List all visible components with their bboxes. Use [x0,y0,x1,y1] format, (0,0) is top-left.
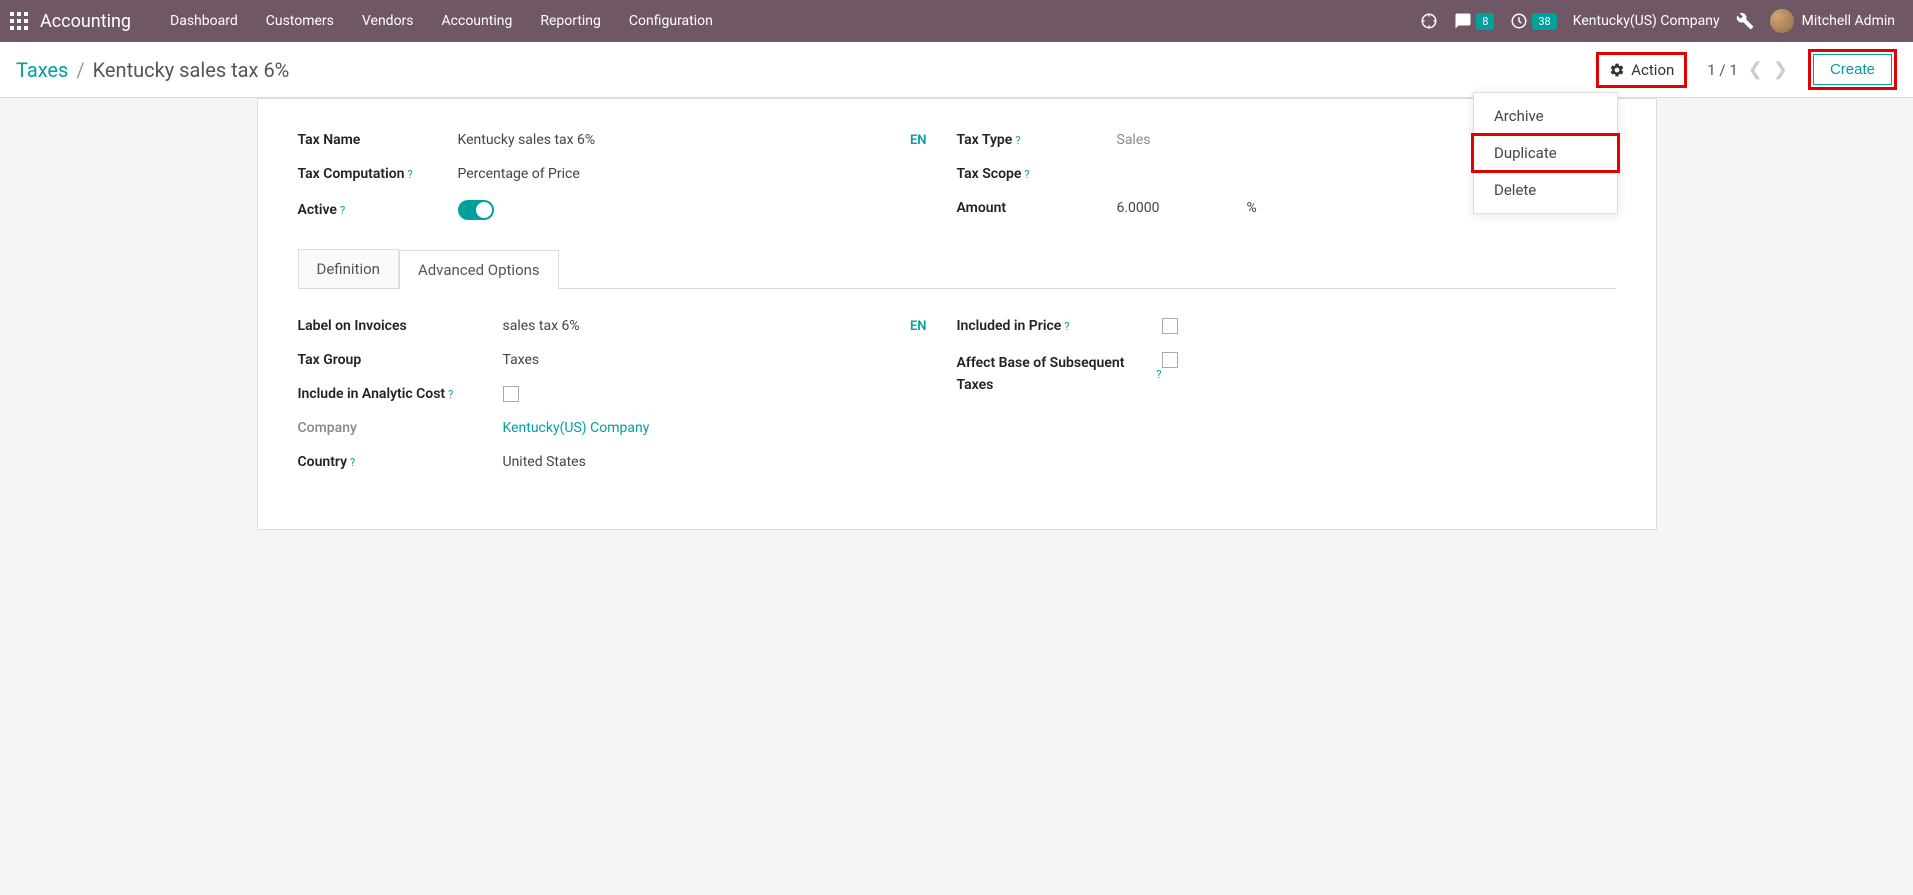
tax-name-label: Tax Name [298,132,458,148]
app-name[interactable]: Accounting [40,11,131,32]
activities-icon[interactable]: 38 [1510,12,1556,30]
label-invoices-value[interactable]: sales tax 6% [503,318,580,334]
action-label: Action [1631,61,1674,79]
amount-value[interactable]: 6.0000 [1117,200,1217,216]
help-icon[interactable]: ? [340,204,345,217]
menu-configuration[interactable]: Configuration [615,0,727,42]
tax-scope-label: Tax Scope? [957,166,1117,182]
avatar [1770,9,1794,33]
control-panel: Taxes / Kentucky sales tax 6% Action 1 /… [0,42,1913,98]
active-label: Active? [298,202,458,218]
dropdown-duplicate[interactable]: Duplicate [1471,133,1620,173]
menu-reporting[interactable]: Reporting [526,0,615,42]
tab-advanced[interactable]: Advanced Options [399,250,559,289]
included-price-checkbox[interactable] [1162,318,1178,334]
breadcrumb: Taxes / Kentucky sales tax 6% [16,58,289,82]
help-icon[interactable]: ? [1015,134,1020,147]
help-icon[interactable]: ? [1156,366,1161,384]
pager-value[interactable]: 1 / 1 [1707,61,1738,79]
dropdown-delete[interactable]: Delete [1474,173,1617,207]
action-button[interactable]: Action [1596,52,1687,88]
breadcrumb-current: Kentucky sales tax 6% [93,58,290,82]
apps-icon[interactable] [10,12,28,30]
help-icon[interactable]: ? [1024,168,1029,181]
tab-definition[interactable]: Definition [298,249,399,288]
help-icon[interactable]: ? [407,168,412,181]
user-name: Mitchell Admin [1802,13,1895,29]
include-analytic-label: Include in Analytic Cost? [298,386,503,402]
help-icon[interactable]: ? [350,456,355,469]
debug-icon[interactable] [1736,12,1754,30]
menu-customers[interactable]: Customers [252,0,348,42]
menu-accounting[interactable]: Accounting [428,0,527,42]
tax-group-label: Tax Group [298,352,503,368]
company-value[interactable]: Kentucky(US) Company [503,420,650,436]
tax-name-value[interactable]: Kentucky sales tax 6% [458,132,596,148]
en-badge[interactable]: EN [910,133,927,148]
amount-suffix: % [1247,200,1257,216]
menu-dashboard[interactable]: Dashboard [156,0,252,42]
amount-label: Amount [957,200,1117,216]
tax-computation-label: Tax Computation? [298,166,458,182]
tax-group-value[interactable]: Taxes [503,352,540,368]
pager-prev-icon[interactable]: ❮ [1748,59,1763,80]
main-content: Tax Name Kentucky sales tax 6% EN Tax Co… [257,98,1657,530]
help-icon[interactable]: ? [1064,320,1069,333]
activities-badge: 38 [1532,13,1556,30]
breadcrumb-parent[interactable]: Taxes [16,58,68,82]
messages-icon[interactable]: 8 [1454,12,1494,30]
tax-type-label: Tax Type? [957,132,1117,148]
breadcrumb-sep: / [76,58,84,82]
dropdown-archive[interactable]: Archive [1474,99,1617,133]
company-label: Company [298,420,503,436]
label-invoices-label: Label on Invoices [298,318,503,334]
pager: 1 / 1 ❮ ❯ [1707,59,1788,80]
en-badge[interactable]: EN [910,319,927,334]
country-value[interactable]: United States [503,454,586,470]
affect-base-checkbox[interactable] [1162,352,1178,368]
active-toggle[interactable] [458,200,494,220]
affect-base-label: Affect Base of Subsequent Taxes? [957,352,1162,397]
form-card: Tax Name Kentucky sales tax 6% EN Tax Co… [257,98,1657,530]
user-menu[interactable]: Mitchell Admin [1770,9,1895,33]
top-nav: Accounting Dashboard Customers Vendors A… [0,0,1913,42]
gear-icon [1609,62,1625,78]
messages-badge: 8 [1476,13,1494,30]
tax-type-value[interactable]: Sales [1117,132,1151,148]
menu-vendors[interactable]: Vendors [348,0,428,42]
tabs: Definition Advanced Options [298,249,1616,289]
tab-content-advanced: Label on Invoices sales tax 6% EN Tax Gr… [258,289,1656,479]
pager-next-icon[interactable]: ❯ [1773,59,1788,80]
included-price-label: Included in Price? [957,318,1162,334]
support-icon[interactable] [1420,12,1438,30]
create-button[interactable]: Create [1813,54,1892,85]
include-analytic-checkbox[interactable] [503,386,519,402]
tax-computation-value[interactable]: Percentage of Price [458,166,580,182]
company-switcher[interactable]: Kentucky(US) Company [1573,13,1720,29]
country-label: Country? [298,454,503,470]
action-dropdown: Archive Duplicate Delete [1473,92,1618,214]
help-icon[interactable]: ? [448,388,453,401]
